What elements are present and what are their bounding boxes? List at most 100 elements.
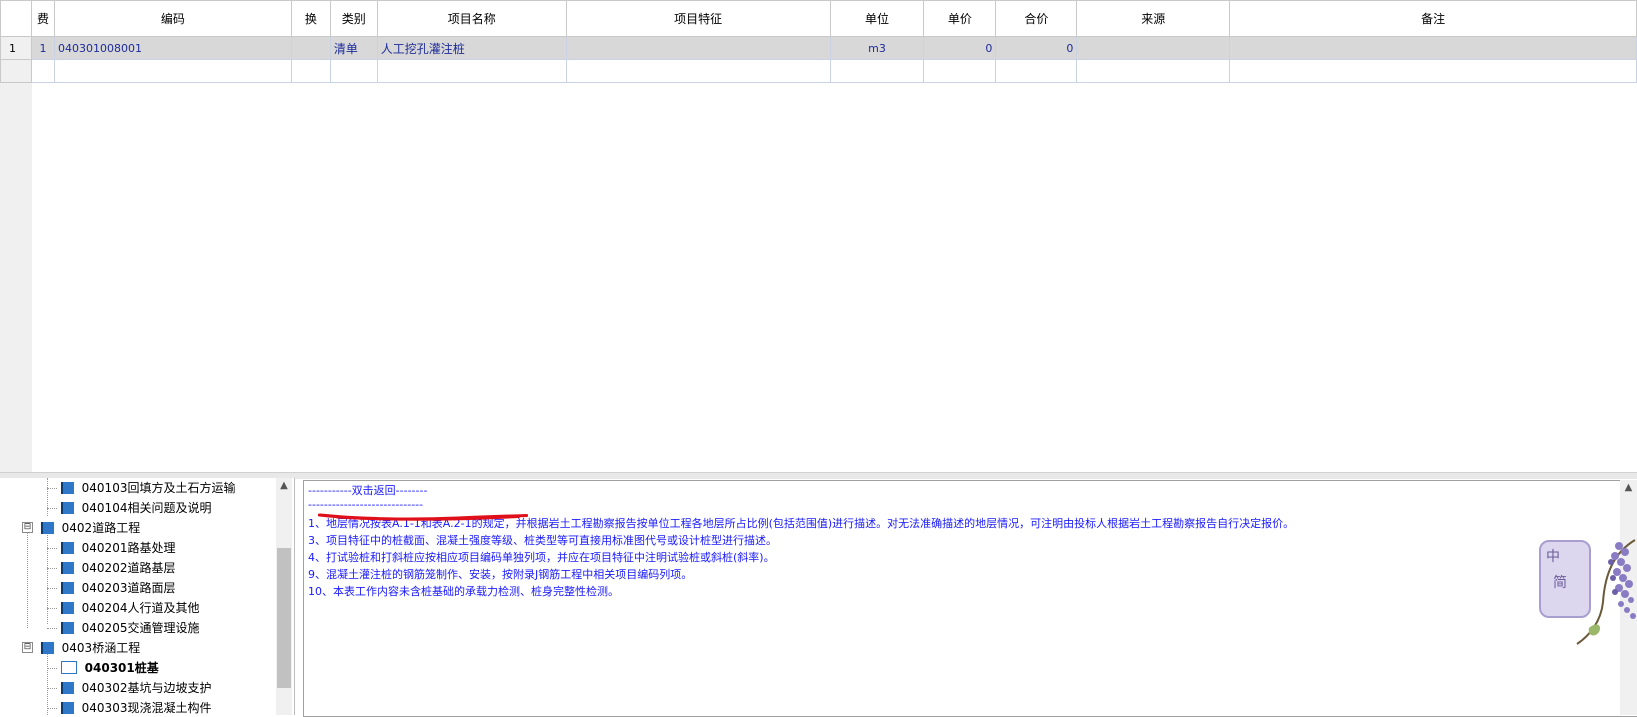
book-icon <box>60 681 74 694</box>
column-header-total-price[interactable]: 合价 <box>995 0 1078 37</box>
note-line: 9、混凝土灌注桩的钢筋笼制作、安装，按附录J钢筋工程中相关项目编码列项。 <box>308 568 693 581</box>
book-icon <box>60 701 74 714</box>
bill-grid: 费 编码 换 类别 项目名称 项目特征 单位 单价 合价 来源 备注 1 1 0… <box>0 0 1637 472</box>
cell-code[interactable]: 040301008001 <box>53 36 292 60</box>
tree-item-040303[interactable]: 040303现浇混凝土构件 <box>47 698 211 715</box>
note-line: 3、项目特征中的桩截面、混凝土强度等级、桩类型等可直接用标准图代号或设计桩型进行… <box>308 534 777 547</box>
column-header-name[interactable]: 项目名称 <box>376 0 567 37</box>
collapse-icon[interactable]: ⊟ <box>22 642 33 653</box>
cell-code[interactable] <box>53 59 292 83</box>
tree-item-label: 040302基坑与边坡支护 <box>81 681 212 695</box>
column-header-category[interactable]: 类别 <box>329 0 378 37</box>
scroll-up-icon[interactable]: ▲ <box>1620 480 1637 496</box>
scroll-thumb[interactable] <box>277 548 291 688</box>
row-number[interactable]: 1 <box>0 36 32 60</box>
tree-item-label: 0402道路工程 <box>61 521 141 535</box>
column-header-remark[interactable]: 备注 <box>1229 0 1637 37</box>
tree-connector <box>47 568 57 569</box>
tree-item-040201[interactable]: 040201路基处理 <box>47 538 175 558</box>
book-icon <box>60 561 74 574</box>
bill-table: 费 编码 换 类别 项目名称 项目特征 单位 单价 合价 来源 备注 1 1 0… <box>0 0 1637 83</box>
tree-item-040205[interactable]: 040205交通管理设施 <box>47 618 199 638</box>
cell-swap[interactable] <box>290 36 331 60</box>
tree-item-label: 040205交通管理设施 <box>81 621 200 635</box>
tree-item-040104[interactable]: 040104相关问题及说明 <box>47 498 211 518</box>
tree-connector <box>47 508 57 509</box>
tree-connector <box>47 608 57 609</box>
tree-item-label: 040201路基处理 <box>81 541 176 555</box>
cell-unit-price[interactable] <box>923 59 997 83</box>
cell-unit[interactable] <box>829 59 925 83</box>
tree-scrollbar[interactable]: ▲ <box>276 478 292 715</box>
notes-separator: ----------------------------- <box>308 498 424 511</box>
book-icon <box>60 601 74 614</box>
book-icon <box>40 641 54 654</box>
wisteria-flower-icon <box>1576 539 1636 645</box>
note-line: 10、本表工作内容未含桩基础的承载力检测、桩身完整性检测。 <box>308 585 619 598</box>
tree-item-0402[interactable]: ⊟ 0402道路工程 <box>22 518 140 538</box>
cell-unit-price[interactable]: 0 <box>923 36 997 60</box>
tree-item-label: 040104相关问题及说明 <box>81 501 212 515</box>
tree-connector <box>47 688 57 689</box>
cell-remark[interactable] <box>1229 59 1637 83</box>
tree-connector <box>47 668 57 669</box>
note-line: 4、打试验桩和打斜桩应按相应项目编码单独列项，并应在项目特征中注明试验桩或斜桩(… <box>308 551 775 564</box>
column-header-features[interactable]: 项目特征 <box>565 0 831 37</box>
tree-connector <box>47 548 57 549</box>
back-link[interactable]: -----------双击返回-------- <box>308 482 427 498</box>
collapse-icon[interactable]: ⊟ <box>22 522 33 533</box>
column-header-unit-price[interactable]: 单价 <box>923 0 997 37</box>
column-header-source[interactable]: 来源 <box>1076 0 1231 37</box>
cell-unit[interactable]: m3 <box>829 36 925 60</box>
tree-connector <box>27 526 28 628</box>
cell-fee[interactable] <box>30 59 55 83</box>
tree-item-040202[interactable]: 040202道路基层 <box>47 558 175 578</box>
scroll-up-icon[interactable]: ▲ <box>276 478 292 494</box>
tree-item-label: 040204人行道及其他 <box>81 601 200 615</box>
book-icon <box>60 581 74 594</box>
tree-item-040302[interactable]: 040302基坑与边坡支护 <box>47 678 211 698</box>
column-header-unit[interactable]: 单位 <box>829 0 925 37</box>
cell-features[interactable] <box>565 59 831 83</box>
book-icon <box>40 521 54 534</box>
grid-empty-area <box>32 82 1637 472</box>
cell-features[interactable] <box>565 36 831 60</box>
tree-item-040103[interactable]: 040103回填方及土石方运输 <box>47 478 235 498</box>
column-header-swap[interactable]: 换 <box>290 0 331 37</box>
tree-item-label: 040202道路基层 <box>81 561 176 575</box>
cell-swap[interactable] <box>290 59 331 83</box>
tree-item-label: 040203道路面层 <box>81 581 176 595</box>
tree-connector <box>47 628 57 629</box>
column-header-code[interactable]: 编码 <box>53 0 292 37</box>
column-header-fee[interactable]: 费 <box>30 0 55 37</box>
cell-total-price[interactable] <box>995 59 1078 83</box>
book-icon <box>60 621 74 634</box>
ime-mode-char[interactable]: 中 <box>1546 546 1560 566</box>
cell-category[interactable] <box>329 59 378 83</box>
corner-header[interactable] <box>0 0 32 37</box>
ime-script-char[interactable]: 简 <box>1553 572 1567 592</box>
row-number[interactable] <box>0 59 32 83</box>
tree-item-label: 0403桥涵工程 <box>61 641 141 655</box>
tree-connector <box>47 708 57 709</box>
tree-item-040204[interactable]: 040204人行道及其他 <box>47 598 199 618</box>
tree-item-040203[interactable]: 040203道路面层 <box>47 578 175 598</box>
cell-fee[interactable]: 1 <box>30 36 55 60</box>
cell-remark[interactable] <box>1229 36 1637 60</box>
cell-total-price[interactable]: 0 <box>995 36 1078 60</box>
cell-name[interactable] <box>376 59 567 83</box>
open-book-icon <box>60 661 77 674</box>
ime-status-widget[interactable]: 中 简 <box>1539 532 1637 648</box>
tree-item-0403[interactable]: ⊟ 0403桥涵工程 <box>22 638 140 658</box>
cell-name[interactable]: 人工挖孔灌注桩 <box>376 36 567 60</box>
book-icon <box>60 481 74 494</box>
tree-connector <box>47 488 57 489</box>
table-row[interactable] <box>0 59 1637 83</box>
tree-item-040301[interactable]: 040301桩基 <box>47 658 159 678</box>
table-row[interactable]: 1 1 040301008001 清单 人工挖孔灌注桩 m3 0 0 <box>0 36 1637 60</box>
cell-source[interactable] <box>1076 59 1231 83</box>
tree-item-label: 040303现浇混凝土构件 <box>81 701 212 715</box>
notes-panel: -----------双击返回-------- ----------------… <box>303 480 1637 717</box>
cell-source[interactable] <box>1076 36 1231 60</box>
cell-category[interactable]: 清单 <box>329 36 378 60</box>
